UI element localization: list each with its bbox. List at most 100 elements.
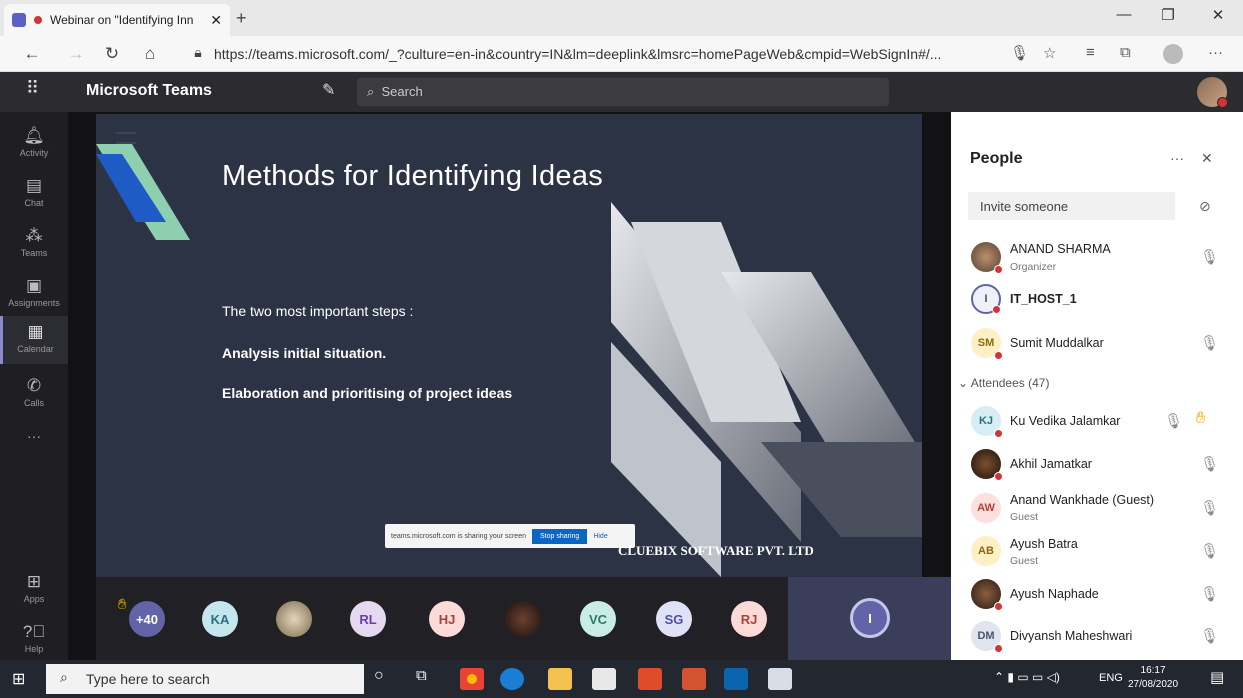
app-launcher-icon[interactable]: ⠿ xyxy=(26,78,39,99)
search-placeholder: Search xyxy=(381,84,423,99)
favorites-bar-icon[interactable]: ≡ xyxy=(1086,44,1095,61)
slide-brand: CLUEBIX SOFTWARE PVT. LTD xyxy=(618,543,814,558)
phone-icon: ✆ xyxy=(26,376,42,395)
people-panel-title: People xyxy=(970,150,1023,167)
powerpoint-icon[interactable] xyxy=(682,668,706,690)
mic-off-icon: 🎙︎ xyxy=(1200,456,1220,473)
clock[interactable]: 16:17 27/08/2020 xyxy=(1128,664,1178,692)
slide-accent-shape xyxy=(96,144,190,240)
more-options-icon[interactable]: ··· xyxy=(1170,150,1184,166)
rail-item-help[interactable]: ?⃝ Help xyxy=(0,616,68,664)
participant-photo-avatar[interactable] xyxy=(276,601,312,637)
windows-start-icon[interactable]: ⊞ xyxy=(12,669,25,689)
person-name[interactable]: Anand Wankhade (Guest) xyxy=(1010,493,1154,507)
participant-avatar[interactable]: SG xyxy=(656,601,692,637)
rail-item-calls[interactable]: ✆ Calls xyxy=(0,370,68,418)
rail-item-assignments[interactable]: ▣ Assignments xyxy=(0,270,68,318)
participant-avatar[interactable]: HJ xyxy=(429,601,465,637)
slide-photo-collage xyxy=(611,202,922,577)
tab-title: Webinar on "Identifying Inn xyxy=(50,13,194,27)
office-icon[interactable] xyxy=(638,668,662,690)
notifications-icon[interactable]: ▤ xyxy=(1210,668,1224,686)
home-icon[interactable]: ⌂ xyxy=(138,44,162,64)
participant-avatar[interactable]: KA xyxy=(202,601,238,637)
participant-avatar[interactable]: RJ xyxy=(731,601,767,637)
person-avatar: I xyxy=(971,284,1001,314)
store-icon[interactable] xyxy=(592,668,616,690)
self-avatar[interactable]: I xyxy=(850,598,890,638)
back-icon[interactable]: ← xyxy=(20,44,44,64)
mail-icon[interactable] xyxy=(724,668,748,690)
person-name[interactable]: Divyansh Maheshwari xyxy=(1010,629,1132,643)
task-view-icon[interactable]: ⧉ xyxy=(416,667,427,684)
rail-item-calendar[interactable]: ▦ Calendar xyxy=(0,316,68,364)
invite-input[interactable]: Invite someone xyxy=(968,192,1175,220)
apps-icon: ⊞ xyxy=(26,572,42,591)
maximize-icon[interactable]: ❐ xyxy=(1148,6,1188,24)
teams-icon: ⁂ xyxy=(25,226,43,245)
participant-photo-avatar[interactable] xyxy=(505,601,541,637)
taskbar-search-input[interactable]: Type here to search xyxy=(46,664,364,694)
participant-avatar[interactable]: VC xyxy=(580,601,616,637)
new-tab-button[interactable]: + xyxy=(236,8,247,29)
mic-off-icon: 🎙︎ xyxy=(1200,335,1220,352)
system-tray-icons[interactable]: ⌃ ▮ ▭ ▭ ◁) xyxy=(994,670,1060,684)
person-name[interactable]: Ayush Batra xyxy=(1010,537,1078,551)
stop-sharing-button[interactable]: Stop sharing xyxy=(532,528,588,544)
overflow-participants[interactable]: +40 xyxy=(129,601,165,637)
person-name[interactable]: Sumit Muddalkar xyxy=(1010,336,1104,350)
mic-off-icon: 🎙︎ xyxy=(1200,249,1220,266)
person-name[interactable]: ANAND SHARMA xyxy=(1010,242,1111,256)
chat-icon: ▤ xyxy=(25,176,43,195)
refresh-icon[interactable]: ↻ xyxy=(100,44,124,64)
rail-item-teams[interactable]: ⁂ Teams xyxy=(0,220,68,268)
slide-step-1: Analysis initial situation. xyxy=(222,345,387,361)
person-name[interactable]: Ayush Naphade xyxy=(1010,587,1099,601)
user-avatar[interactable] xyxy=(1197,77,1228,108)
close-tab-icon[interactable]: ✕ xyxy=(210,12,222,29)
forward-icon[interactable]: → xyxy=(64,44,88,64)
person-avatar xyxy=(971,449,1003,481)
screen-share-bar: teams.microsoft.com is sharing your scre… xyxy=(385,524,635,548)
browser-tab[interactable]: Webinar on "Identifying Inn ✕ xyxy=(4,4,230,36)
person-avatar: DM xyxy=(971,621,1003,653)
more-apps-icon[interactable]: ··· xyxy=(0,428,68,476)
cortana-icon[interactable]: ○ xyxy=(374,667,384,685)
person-name[interactable]: IT_HOST_1 xyxy=(1010,292,1077,306)
close-panel-icon[interactable]: ✕ xyxy=(1201,150,1213,167)
rail-item-apps[interactable]: ⊞ Apps xyxy=(0,566,68,614)
language-indicator[interactable]: ENG xyxy=(1099,672,1123,684)
favorite-star-icon[interactable]: ☆ xyxy=(1043,44,1056,62)
mic-off-icon: 🎙︎ xyxy=(1200,586,1220,603)
new-chat-icon[interactable]: ✎ xyxy=(322,80,335,100)
close-window-icon[interactable]: ✕ xyxy=(1198,6,1238,24)
hide-share-bar-button[interactable]: Hide xyxy=(593,533,607,540)
attendees-section-header[interactable]: ⌄ Attendees (47) xyxy=(958,376,1049,390)
raised-hand-icon: ✋︎ xyxy=(1196,410,1206,427)
profile-icon[interactable] xyxy=(1163,44,1183,64)
notepad-icon[interactable] xyxy=(768,668,792,690)
file-explorer-icon[interactable] xyxy=(548,668,572,690)
rail-item-chat[interactable]: ▤ Chat xyxy=(0,170,68,218)
more-options-icon[interactable]: ··· xyxy=(1208,44,1223,61)
url-field[interactable]: https://teams.microsoft.com/_?culture=en… xyxy=(214,46,941,62)
edge-icon[interactable] xyxy=(500,668,524,690)
person-avatar xyxy=(971,242,1003,274)
chrome-icon[interactable] xyxy=(460,668,484,690)
link-icon[interactable]: ⊘ xyxy=(1199,198,1211,215)
person-avatar xyxy=(971,579,1003,611)
microphone-icon[interactable]: 🎙︎ xyxy=(1010,44,1029,62)
person-name[interactable]: Akhil Jamatkar xyxy=(1010,457,1092,471)
person-avatar: SM xyxy=(971,328,1003,360)
slide-step-2: Elaboration and prioritising of project … xyxy=(222,385,513,401)
rail-item-activity[interactable]: 🔔︎ Activity xyxy=(0,120,68,168)
person-name[interactable]: Ku Vedika Jalamkar xyxy=(1010,414,1120,428)
minimize-icon[interactable]: — xyxy=(1104,6,1144,23)
participant-avatar[interactable]: RL xyxy=(350,601,386,637)
person-role: Organizer xyxy=(1010,261,1057,273)
share-text: teams.microsoft.com is sharing your scre… xyxy=(391,532,526,540)
person-avatar: KJ xyxy=(971,406,1003,438)
collections-icon[interactable]: ⧉ xyxy=(1120,44,1131,61)
search-input[interactable]: ⌕ Search xyxy=(357,78,889,106)
app-brand: Microsoft Teams xyxy=(86,82,212,99)
